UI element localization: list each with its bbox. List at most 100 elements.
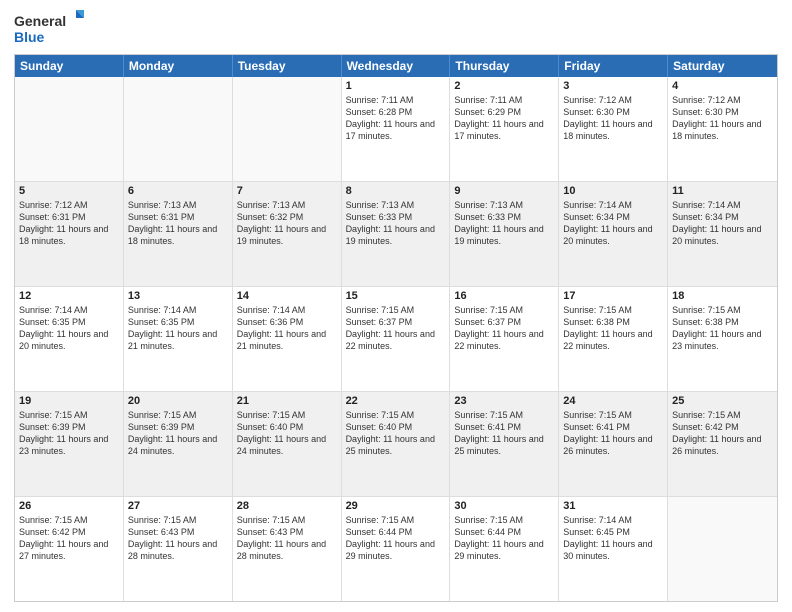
day-number: 15: [346, 290, 446, 302]
day-number: 21: [237, 395, 337, 407]
cell-info: Sunrise: 7:14 AM Sunset: 6:35 PM Dayligh…: [19, 304, 119, 353]
cell-info: Sunrise: 7:14 AM Sunset: 6:34 PM Dayligh…: [672, 199, 773, 248]
calendar-cell: 23 Sunrise: 7:15 AM Sunset: 6:41 PM Dayli…: [450, 392, 559, 496]
header-day-friday: Friday: [559, 55, 668, 77]
cell-info: Sunrise: 7:15 AM Sunset: 6:38 PM Dayligh…: [672, 304, 773, 353]
calendar-row-2: 12 Sunrise: 7:14 AM Sunset: 6:35 PM Dayli…: [15, 287, 777, 392]
calendar-body: 1 Sunrise: 7:11 AM Sunset: 6:28 PM Daylig…: [15, 77, 777, 601]
cell-info: Sunrise: 7:11 AM Sunset: 6:28 PM Dayligh…: [346, 94, 446, 143]
calendar-header: SundayMondayTuesdayWednesdayThursdayFrid…: [15, 55, 777, 77]
header-day-wednesday: Wednesday: [342, 55, 451, 77]
cell-info: Sunrise: 7:14 AM Sunset: 6:35 PM Dayligh…: [128, 304, 228, 353]
day-number: 2: [454, 80, 554, 92]
cell-info: Sunrise: 7:12 AM Sunset: 6:30 PM Dayligh…: [563, 94, 663, 143]
cell-info: Sunrise: 7:13 AM Sunset: 6:33 PM Dayligh…: [454, 199, 554, 248]
header-day-sunday: Sunday: [15, 55, 124, 77]
calendar-cell: 25Sunrise: 7:15 AM Sunset: 6:42 PM Dayli…: [668, 392, 777, 496]
cell-info: Sunrise: 7:15 AM Sunset: 6:41 PM Dayligh…: [454, 409, 554, 458]
cell-info: Sunrise: 7:13 AM Sunset: 6:31 PM Dayligh…: [128, 199, 228, 248]
day-number: 22: [346, 395, 446, 407]
day-number: 12: [19, 290, 119, 302]
day-number: 14: [237, 290, 337, 302]
page: General Blue SundayMondayTuesdayWednesda…: [0, 0, 792, 612]
svg-text:Blue: Blue: [14, 29, 45, 45]
day-number: 17: [563, 290, 663, 302]
cell-info: Sunrise: 7:15 AM Sunset: 6:44 PM Dayligh…: [346, 514, 446, 563]
header: General Blue: [14, 10, 778, 48]
calendar-cell: [668, 497, 777, 601]
header-day-saturday: Saturday: [668, 55, 777, 77]
calendar-cell: 9 Sunrise: 7:13 AM Sunset: 6:33 PM Daylig…: [450, 182, 559, 286]
calendar-cell: 3 Sunrise: 7:12 AM Sunset: 6:30 PM Daylig…: [559, 77, 668, 181]
day-number: 5: [19, 185, 119, 197]
header-day-thursday: Thursday: [450, 55, 559, 77]
cell-info: Sunrise: 7:15 AM Sunset: 6:38 PM Dayligh…: [563, 304, 663, 353]
cell-info: Sunrise: 7:15 AM Sunset: 6:37 PM Dayligh…: [346, 304, 446, 353]
day-number: 24: [563, 395, 663, 407]
cell-info: Sunrise: 7:12 AM Sunset: 6:31 PM Dayligh…: [19, 199, 119, 248]
header-day-monday: Monday: [124, 55, 233, 77]
day-number: 1: [346, 80, 446, 92]
day-number: 3: [563, 80, 663, 92]
calendar-cell: 14 Sunrise: 7:14 AM Sunset: 6:36 PM Dayli…: [233, 287, 342, 391]
cell-info: Sunrise: 7:15 AM Sunset: 6:43 PM Dayligh…: [237, 514, 337, 563]
day-number: 25: [672, 395, 773, 407]
calendar-cell: 30Sunrise: 7:15 AM Sunset: 6:44 PM Dayli…: [450, 497, 559, 601]
header-day-tuesday: Tuesday: [233, 55, 342, 77]
calendar-cell: 2 Sunrise: 7:11 AM Sunset: 6:29 PM Daylig…: [450, 77, 559, 181]
calendar-cell: 4Sunrise: 7:12 AM Sunset: 6:30 PM Daylig…: [668, 77, 777, 181]
calendar-cell: 6Sunrise: 7:13 AM Sunset: 6:31 PM Daylig…: [124, 182, 233, 286]
calendar-cell: 28 Sunrise: 7:15 AM Sunset: 6:43 PM Dayli…: [233, 497, 342, 601]
calendar-cell: 18 Sunrise: 7:15 AM Sunset: 6:38 PM Dayli…: [668, 287, 777, 391]
calendar-cell: 17 Sunrise: 7:15 AM Sunset: 6:38 PM Dayli…: [559, 287, 668, 391]
day-number: 30: [454, 500, 554, 512]
calendar-cell: 24 Sunrise: 7:15 AM Sunset: 6:41 PM Dayli…: [559, 392, 668, 496]
calendar-cell: 26Sunrise: 7:15 AM Sunset: 6:42 PM Dayli…: [15, 497, 124, 601]
calendar-cell: 29 Sunrise: 7:15 AM Sunset: 6:44 PM Dayli…: [342, 497, 451, 601]
day-number: 13: [128, 290, 228, 302]
calendar-cell: 11 Sunrise: 7:14 AM Sunset: 6:34 PM Dayli…: [668, 182, 777, 286]
cell-info: Sunrise: 7:15 AM Sunset: 6:40 PM Dayligh…: [346, 409, 446, 458]
calendar: SundayMondayTuesdayWednesdayThursdayFrid…: [14, 54, 778, 602]
day-number: 23: [454, 395, 554, 407]
cell-info: Sunrise: 7:14 AM Sunset: 6:34 PM Dayligh…: [563, 199, 663, 248]
day-number: 28: [237, 500, 337, 512]
day-number: 31: [563, 500, 663, 512]
calendar-row-0: 1 Sunrise: 7:11 AM Sunset: 6:28 PM Daylig…: [15, 77, 777, 182]
day-number: 18: [672, 290, 773, 302]
cell-info: Sunrise: 7:15 AM Sunset: 6:43 PM Dayligh…: [128, 514, 228, 563]
calendar-cell: 10 Sunrise: 7:14 AM Sunset: 6:34 PM Dayli…: [559, 182, 668, 286]
day-number: 10: [563, 185, 663, 197]
day-number: 4: [672, 80, 773, 92]
logo: General Blue: [14, 10, 84, 48]
cell-info: Sunrise: 7:15 AM Sunset: 6:41 PM Dayligh…: [563, 409, 663, 458]
logo-svg: General Blue: [14, 10, 84, 48]
calendar-cell: [124, 77, 233, 181]
day-number: 16: [454, 290, 554, 302]
calendar-cell: 8Sunrise: 7:13 AM Sunset: 6:33 PM Daylig…: [342, 182, 451, 286]
cell-info: Sunrise: 7:13 AM Sunset: 6:32 PM Dayligh…: [237, 199, 337, 248]
day-number: 20: [128, 395, 228, 407]
day-number: 7: [237, 185, 337, 197]
calendar-row-3: 19Sunrise: 7:15 AM Sunset: 6:39 PM Dayli…: [15, 392, 777, 497]
calendar-cell: 12 Sunrise: 7:14 AM Sunset: 6:35 PM Dayli…: [15, 287, 124, 391]
cell-info: Sunrise: 7:11 AM Sunset: 6:29 PM Dayligh…: [454, 94, 554, 143]
calendar-cell: 1 Sunrise: 7:11 AM Sunset: 6:28 PM Daylig…: [342, 77, 451, 181]
day-number: 29: [346, 500, 446, 512]
cell-info: Sunrise: 7:14 AM Sunset: 6:36 PM Dayligh…: [237, 304, 337, 353]
day-number: 8: [346, 185, 446, 197]
cell-info: Sunrise: 7:15 AM Sunset: 6:40 PM Dayligh…: [237, 409, 337, 458]
calendar-cell: 20 Sunrise: 7:15 AM Sunset: 6:39 PM Dayli…: [124, 392, 233, 496]
calendar-cell: 22 Sunrise: 7:15 AM Sunset: 6:40 PM Dayli…: [342, 392, 451, 496]
calendar-cell: 5 Sunrise: 7:12 AM Sunset: 6:31 PM Daylig…: [15, 182, 124, 286]
day-number: 9: [454, 185, 554, 197]
calendar-cell: 13 Sunrise: 7:14 AM Sunset: 6:35 PM Dayli…: [124, 287, 233, 391]
calendar-cell: 15 Sunrise: 7:15 AM Sunset: 6:37 PM Dayli…: [342, 287, 451, 391]
day-number: 11: [672, 185, 773, 197]
cell-info: Sunrise: 7:15 AM Sunset: 6:39 PM Dayligh…: [19, 409, 119, 458]
cell-info: Sunrise: 7:15 AM Sunset: 6:37 PM Dayligh…: [454, 304, 554, 353]
calendar-cell: 19Sunrise: 7:15 AM Sunset: 6:39 PM Dayli…: [15, 392, 124, 496]
cell-info: Sunrise: 7:15 AM Sunset: 6:42 PM Dayligh…: [19, 514, 119, 563]
cell-info: Sunrise: 7:15 AM Sunset: 6:39 PM Dayligh…: [128, 409, 228, 458]
calendar-cell: [233, 77, 342, 181]
